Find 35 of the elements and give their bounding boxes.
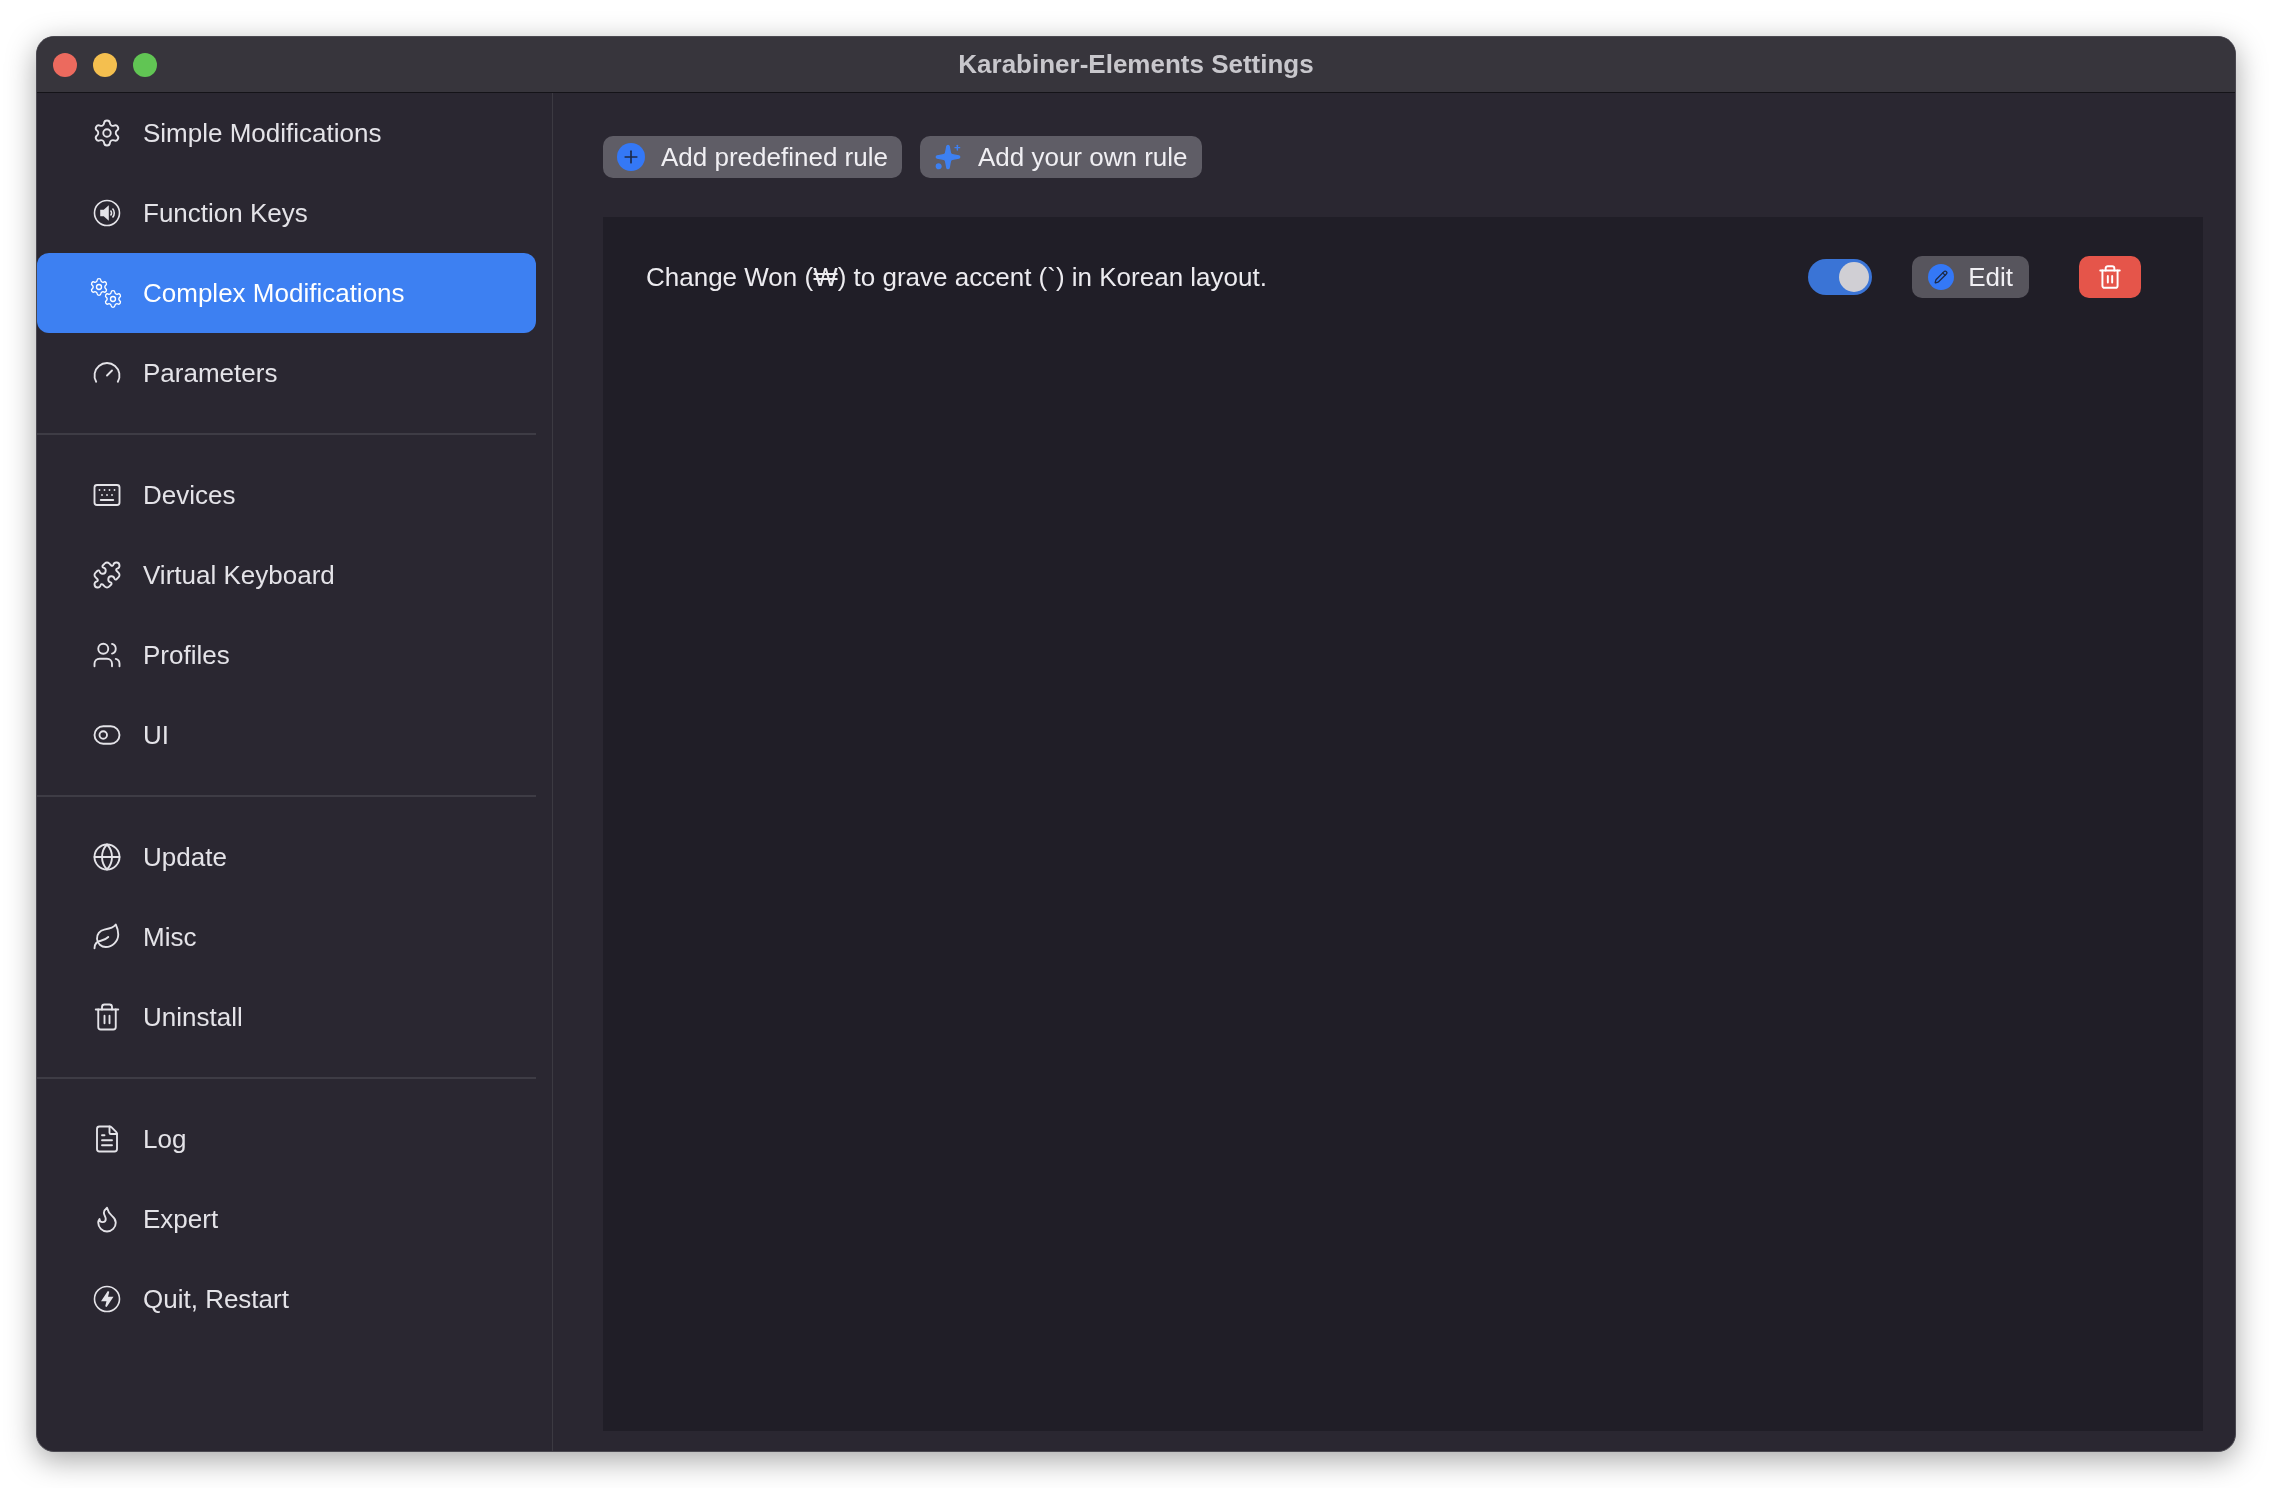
enable-switch[interactable] — [1808, 259, 1873, 295]
zoom-window-button[interactable] — [133, 52, 157, 77]
trash-icon — [92, 1002, 122, 1032]
sidebar-item[interactable]: Simple Modifications — [37, 93, 536, 173]
sidebar-item[interactable]: Expert — [37, 1179, 536, 1259]
sidebar-item[interactable]: UI — [37, 695, 536, 775]
sidebar-item[interactable]: Profiles — [37, 615, 536, 695]
bolt-icon — [92, 1284, 122, 1314]
add-own-rule-button[interactable]: Add your own rule — [919, 136, 1202, 178]
sidebar-item[interactable]: Misc — [37, 897, 536, 977]
window-title: Karabiner-Elements Settings — [958, 48, 1314, 81]
sidebar-item[interactable]: Update — [37, 817, 536, 897]
pencil-icon — [1928, 264, 1955, 290]
sidebar-item[interactable]: Uninstall — [37, 977, 536, 1057]
sidebar-item[interactable]: Devices — [37, 455, 536, 535]
puzzle-icon — [92, 560, 122, 590]
sidebar-item[interactable]: Complex Modifications — [37, 253, 536, 333]
sidebar-item[interactable]: Function Keys — [37, 173, 536, 253]
delete-button[interactable] — [2079, 256, 2141, 298]
gear-icon — [92, 118, 122, 148]
globe-icon — [92, 842, 122, 872]
speaker-icon — [92, 198, 122, 228]
trash-icon — [2097, 264, 2123, 290]
add-predefined-button[interactable]: Add predefined rule — [603, 136, 902, 178]
plus-icon — [617, 143, 645, 171]
leaf-icon — [92, 922, 122, 952]
sidebar-item[interactable]: Quit, Restart — [37, 1259, 536, 1339]
edit-button[interactable]: Edit — [1912, 256, 2029, 298]
sidebar-item[interactable]: Log — [37, 1099, 536, 1179]
sparkle-icon — [933, 143, 962, 171]
rule-description: Change Won (₩) to grave accent (`) in Korean layout. — [646, 260, 1268, 294]
sidebar-item[interactable]: Parameters — [37, 333, 536, 413]
minimize-window-button[interactable] — [93, 52, 117, 77]
sidebar-item[interactable]: Virtual Keyboard — [37, 535, 536, 615]
close-window-button[interactable] — [53, 52, 77, 77]
